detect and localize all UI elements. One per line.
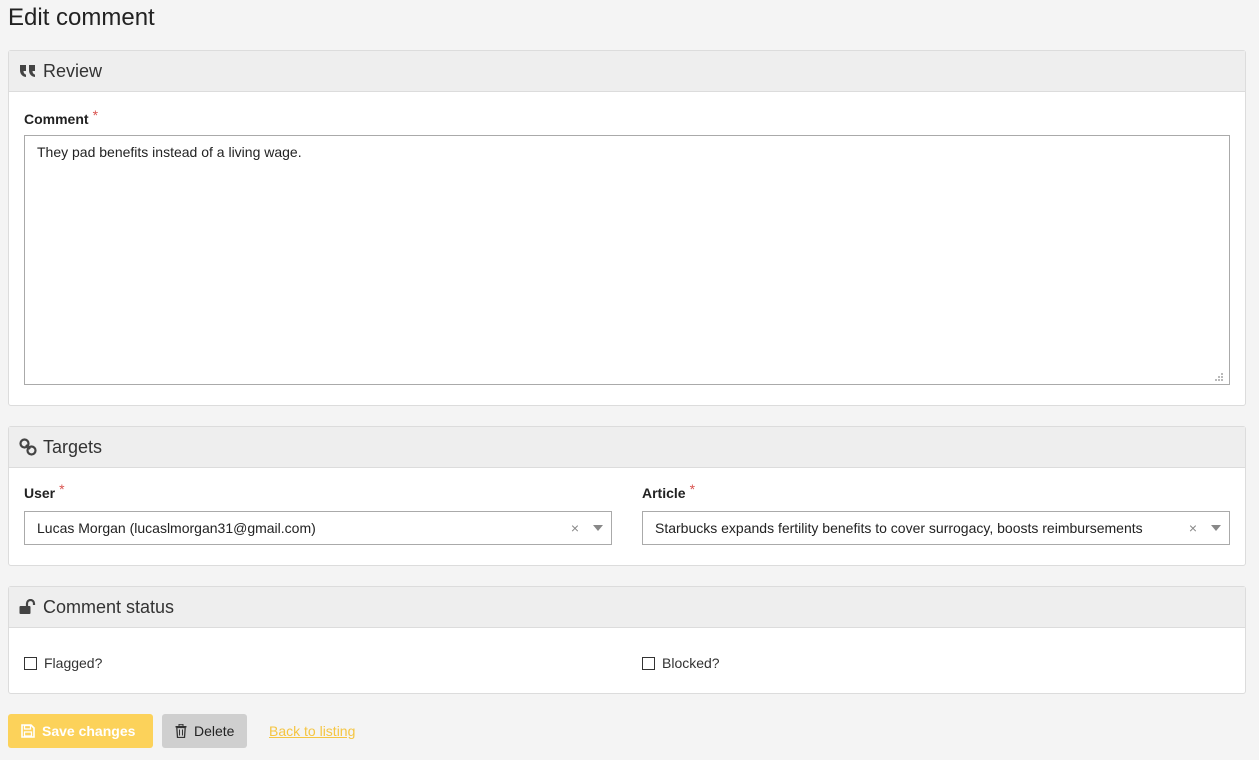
save-icon bbox=[21, 724, 35, 738]
article-label-text: Article bbox=[642, 485, 686, 501]
chevron-down-icon[interactable] bbox=[585, 525, 611, 531]
user-label: User * bbox=[24, 481, 65, 501]
edit-comment-page: Edit comment Review Comment * They pad be… bbox=[0, 0, 1259, 760]
required-marker: * bbox=[689, 481, 696, 497]
link-icon bbox=[19, 438, 37, 456]
targets-panel-header: Targets bbox=[9, 427, 1245, 468]
status-panel: Comment status Flagged? Blocked? bbox=[8, 586, 1246, 694]
targets-heading: Targets bbox=[43, 436, 103, 457]
save-changes-button[interactable]: Save changes bbox=[8, 714, 153, 748]
article-label: Article * bbox=[642, 481, 695, 501]
review-heading: Review bbox=[43, 60, 103, 81]
comment-textarea[interactable]: They pad benefits instead of a living wa… bbox=[24, 135, 1230, 385]
resize-grip-icon[interactable] bbox=[1214, 369, 1224, 381]
quote-icon bbox=[19, 62, 37, 80]
flagged-label: Flagged? bbox=[44, 655, 103, 671]
comment-label-text: Comment bbox=[24, 111, 89, 127]
save-changes-label: Save changes bbox=[42, 723, 136, 739]
unlock-icon bbox=[19, 598, 37, 616]
back-to-listing-link[interactable]: Back to listing bbox=[269, 723, 355, 739]
trash-icon bbox=[175, 724, 187, 738]
review-panel: Review Comment * They pad benefits instea… bbox=[8, 50, 1246, 406]
required-marker: * bbox=[92, 107, 99, 123]
chevron-down-icon[interactable] bbox=[1203, 525, 1229, 531]
article-select-value: Starbucks expands fertility benefits to … bbox=[655, 520, 1143, 536]
page-title: Edit comment bbox=[8, 4, 155, 31]
status-panel-header: Comment status bbox=[9, 587, 1245, 628]
delete-label: Delete bbox=[194, 723, 235, 739]
blocked-label: Blocked? bbox=[662, 655, 720, 671]
flagged-checkbox[interactable] bbox=[24, 656, 37, 670]
article-clear-icon[interactable]: × bbox=[1183, 520, 1203, 536]
review-panel-header: Review bbox=[9, 51, 1245, 92]
delete-button[interactable]: Delete bbox=[162, 714, 247, 748]
blocked-option[interactable]: Blocked? bbox=[642, 655, 720, 671]
status-heading: Comment status bbox=[43, 596, 175, 617]
user-label-text: User bbox=[24, 485, 56, 501]
targets-panel: Targets User * Lucas Morgan (lucaslmorgan… bbox=[8, 426, 1246, 566]
user-clear-icon[interactable]: × bbox=[565, 520, 585, 536]
user-select[interactable]: Lucas Morgan (lucaslmorgan31@gmail.com) … bbox=[24, 511, 612, 545]
user-select-value: Lucas Morgan (lucaslmorgan31@gmail.com) bbox=[37, 520, 316, 536]
blocked-checkbox[interactable] bbox=[642, 656, 655, 670]
comment-label: Comment * bbox=[24, 107, 98, 127]
flagged-option[interactable]: Flagged? bbox=[24, 655, 102, 671]
article-select[interactable]: Starbucks expands fertility benefits to … bbox=[642, 511, 1230, 545]
required-marker: * bbox=[59, 481, 65, 497]
